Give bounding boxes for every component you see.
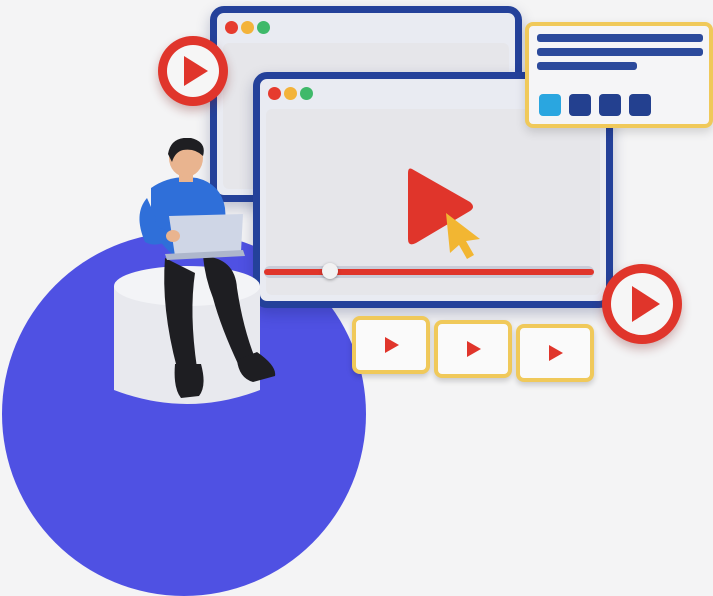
text-line (537, 34, 703, 42)
window-close-dot (268, 87, 281, 100)
card-square (599, 94, 621, 116)
text-line (537, 48, 703, 56)
progress-fill (264, 269, 594, 275)
window-maximize-dot (300, 87, 313, 100)
card-square (539, 94, 561, 116)
text-line (537, 62, 637, 70)
video-progress-bar (264, 263, 594, 279)
window-maximize-dot (257, 21, 270, 34)
window-title-bar (217, 13, 515, 41)
video-thumbnail (434, 320, 512, 378)
progress-knob (322, 263, 338, 279)
play-button-icon (602, 264, 682, 344)
person-with-laptop (139, 138, 276, 398)
play-icon (408, 168, 480, 259)
play-button-icon (158, 36, 228, 106)
card-square (629, 94, 651, 116)
video-streaming-illustration (0, 0, 713, 596)
window-minimize-dot (284, 87, 297, 100)
info-card (525, 22, 713, 128)
video-thumbnail (352, 316, 430, 374)
window-close-dot (225, 21, 238, 34)
video-thumbnail (516, 324, 594, 382)
window-minimize-dot (241, 21, 254, 34)
card-square (569, 94, 591, 116)
